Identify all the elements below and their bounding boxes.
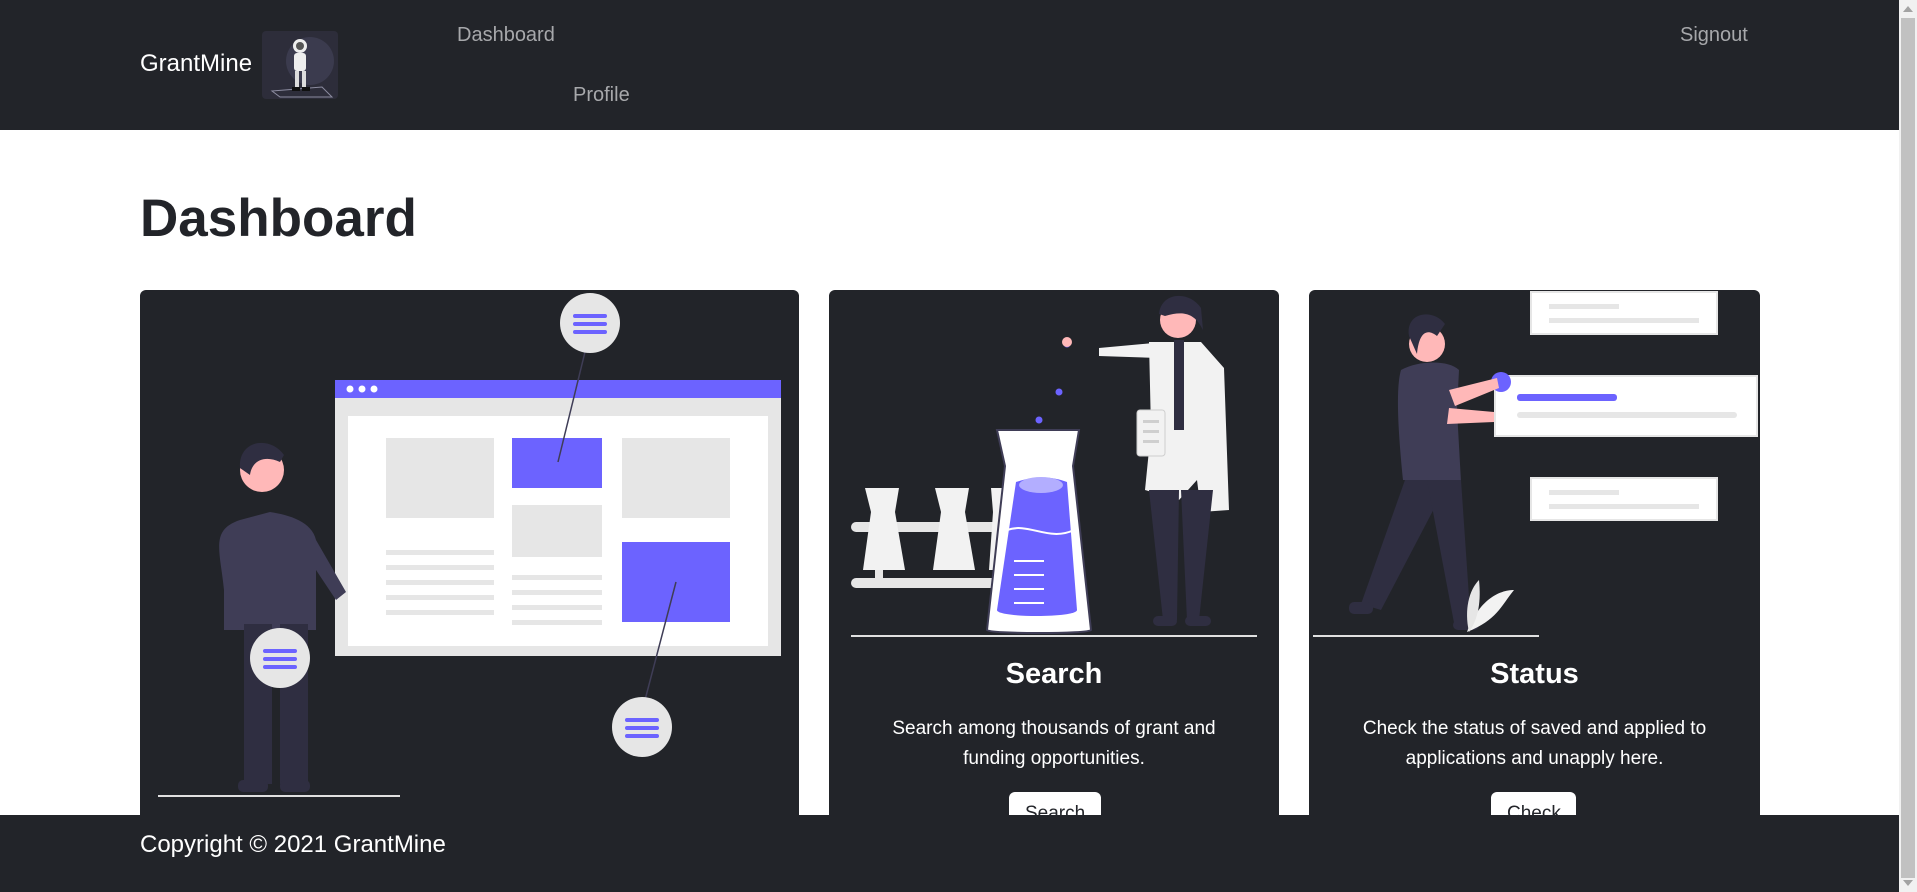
person-status-cards-illustration-icon: [1313, 291, 1758, 637]
dashboard-illustration-icon: [158, 293, 781, 797]
top-navbar: GrantMine Dashboard Profile Signout: [0, 0, 1899, 130]
footer: Copyright © 2021 GrantMine: [0, 815, 1899, 892]
status-card-text: Check the status of saved and applied to…: [1362, 718, 1707, 769]
vertical-scrollbar[interactable]: [1899, 0, 1917, 892]
dashboard-card: [140, 290, 799, 830]
search-card-title: Search: [1005, 658, 1103, 690]
nav-link-dashboard[interactable]: Dashboard: [457, 24, 555, 47]
astronaut-logo-icon[interactable]: [262, 31, 338, 99]
search-card-text: Search among thousands of grant and fund…: [892, 718, 1216, 769]
scroll-down-arrow-icon[interactable]: [1903, 880, 1913, 886]
brand-name[interactable]: GrantMine: [140, 50, 252, 78]
footer-copyright: Copyright © 2021 GrantMine: [140, 831, 446, 858]
scroll-thumb[interactable]: [1901, 18, 1915, 878]
page-title: Dashboard: [140, 189, 417, 248]
scientist-beaker-illustration-icon: [851, 295, 1257, 637]
status-card-title: Status: [1490, 658, 1579, 690]
status-card: Status Check the status of saved and app…: [1309, 290, 1760, 830]
scroll-up-arrow-icon[interactable]: [1903, 6, 1913, 12]
nav-link-signout[interactable]: Signout: [1680, 24, 1748, 47]
nav-link-profile[interactable]: Profile: [573, 84, 630, 107]
search-card: Search Search among thousands of grant a…: [829, 290, 1279, 830]
